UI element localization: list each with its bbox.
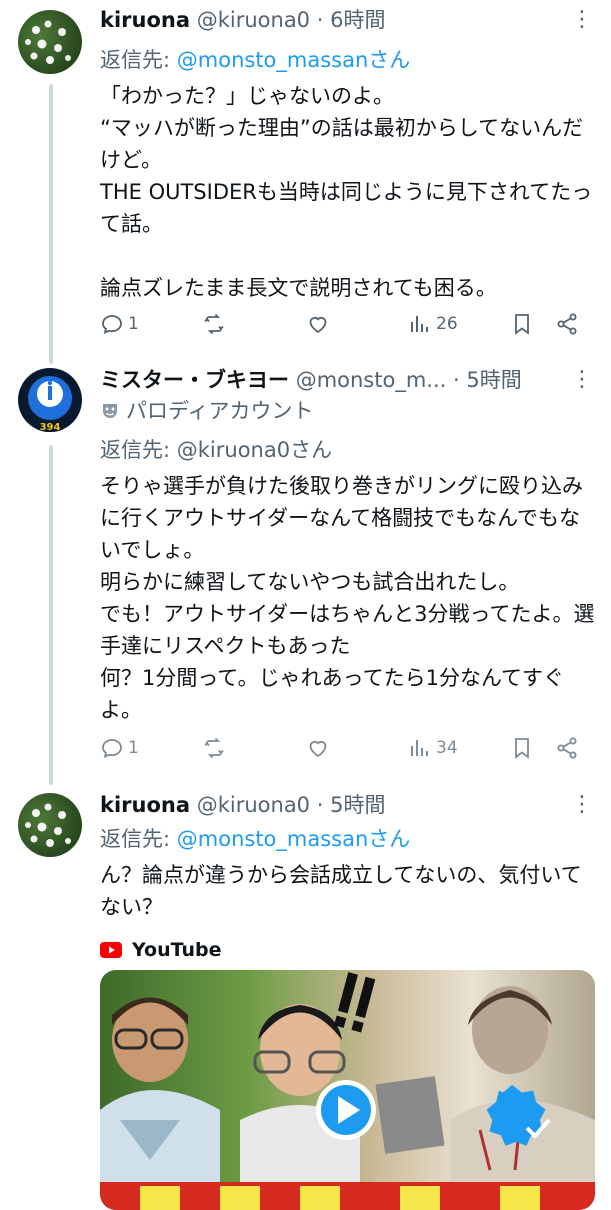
timestamp[interactable]: · 5時間 bbox=[317, 793, 386, 817]
views-count: 34 bbox=[436, 738, 458, 758]
views-icon bbox=[411, 316, 428, 332]
share-button[interactable] bbox=[555, 308, 579, 340]
reply-button[interactable]: 1 bbox=[100, 732, 139, 764]
play-icon[interactable] bbox=[316, 1080, 376, 1140]
timestamp[interactable]: · 5時間 bbox=[453, 368, 522, 392]
display-name[interactable]: ミスター・ブキヨー bbox=[100, 368, 289, 392]
more-icon[interactable]: ⋮ bbox=[571, 364, 593, 396]
user-handle[interactable]: @kiruona0 bbox=[197, 8, 310, 32]
share-icon bbox=[557, 737, 577, 759]
like-button[interactable] bbox=[306, 308, 330, 340]
like-icon bbox=[309, 740, 327, 758]
reply-count: 1 bbox=[128, 738, 139, 758]
card-source-label: YouTube bbox=[132, 939, 222, 961]
reply-mention[interactable]: @kiruona0 bbox=[177, 438, 290, 462]
like-icon bbox=[309, 316, 327, 334]
parody-mask-icon bbox=[103, 404, 117, 418]
youtube-icon bbox=[100, 942, 122, 958]
reply-suffix: さん bbox=[368, 827, 411, 851]
retweet-button[interactable] bbox=[202, 308, 226, 340]
avatar-monsto[interactable]: 394 bbox=[18, 368, 82, 432]
reply-prefix: 返信先: bbox=[100, 827, 177, 851]
tweet-header: kiruona @kiruona0 · 6時間 ⋮ bbox=[100, 4, 597, 36]
retweet-icon bbox=[204, 313, 224, 335]
views-count: 26 bbox=[436, 314, 458, 334]
parody-label: パロディアカウント bbox=[100, 396, 597, 426]
reply-prefix: 返信先: bbox=[100, 48, 177, 72]
reply-to-line: 返信先: @monsto_massanさん bbox=[100, 823, 597, 855]
avatar-kiruona[interactable] bbox=[18, 10, 82, 74]
reply-to-line: 返信先: @kiruona0さん bbox=[100, 434, 597, 466]
reply-mention[interactable]: @monsto_massan bbox=[177, 827, 369, 851]
tweet-2[interactable]: 394 ミスター・ブキヨー @monsto_m... · 5時間 ⋮ パロディア… bbox=[0, 360, 611, 780]
views-button[interactable]: 34 bbox=[408, 732, 458, 764]
tweet-actions: 1 26 bbox=[100, 308, 590, 340]
parody-text: パロディアカウント bbox=[126, 399, 314, 423]
avatar-kiruona[interactable] bbox=[18, 793, 82, 857]
reply-suffix: さん bbox=[368, 48, 411, 72]
reply-count: 1 bbox=[128, 314, 139, 334]
avatar-badge-number: 394 bbox=[40, 422, 61, 432]
reply-prefix: 返信先: bbox=[100, 438, 177, 462]
video-thumbnail[interactable] bbox=[100, 970, 595, 1210]
card-source[interactable]: YouTube bbox=[100, 935, 597, 965]
tweet-header: kiruona @kiruona0 · 5時間 ⋮ bbox=[100, 789, 597, 821]
tweet-body: ん？論点が違うから会話成立してないの、気付いてない？ bbox=[100, 863, 582, 919]
retweet-icon bbox=[204, 737, 224, 759]
reply-to-line: 返信先: @monsto_massanさん bbox=[100, 44, 597, 76]
reply-suffix: さん bbox=[290, 438, 333, 462]
bookmark-icon bbox=[515, 314, 529, 335]
tweet-1[interactable]: kiruona @kiruona0 · 6時間 ⋮ 返信先: @monsto_m… bbox=[0, 0, 611, 350]
user-handle[interactable]: @kiruona0 bbox=[197, 793, 310, 817]
reply-button[interactable]: 1 bbox=[100, 308, 139, 340]
more-icon[interactable]: ⋮ bbox=[571, 789, 593, 821]
bookmark-button[interactable] bbox=[510, 732, 534, 764]
views-icon bbox=[411, 740, 428, 756]
bookmark-icon bbox=[515, 738, 529, 759]
display-name[interactable]: kiruona bbox=[100, 793, 190, 817]
tweet-header: ミスター・ブキヨー @monsto_m... · 5時間 ⋮ bbox=[100, 364, 597, 396]
retweet-button[interactable] bbox=[202, 732, 226, 764]
display-name[interactable]: kiruona bbox=[100, 8, 190, 32]
share-icon bbox=[557, 313, 577, 335]
bookmark-button[interactable] bbox=[510, 308, 534, 340]
timestamp[interactable]: · 6時間 bbox=[317, 8, 386, 32]
tweet-actions: 1 34 bbox=[100, 732, 590, 764]
reply-mention[interactable]: @monsto_massan bbox=[177, 48, 369, 72]
more-icon[interactable]: ⋮ bbox=[571, 4, 593, 36]
share-button[interactable] bbox=[555, 732, 579, 764]
tweet-body: そりゃ選手が負けた後取り巻きがリングに殴り込みに行くアウトサイダーなんて格闘技で… bbox=[100, 474, 595, 722]
tweet-body: 「わかった？」じゃないのよ。 “マッハが断った理由”の話は最初からしてないんだけ… bbox=[100, 84, 593, 300]
reply-icon bbox=[102, 739, 122, 759]
views-button[interactable]: 26 bbox=[408, 308, 458, 340]
user-handle[interactable]: @monsto_m... bbox=[296, 368, 447, 392]
like-button[interactable] bbox=[306, 732, 330, 764]
reply-icon bbox=[102, 315, 122, 335]
